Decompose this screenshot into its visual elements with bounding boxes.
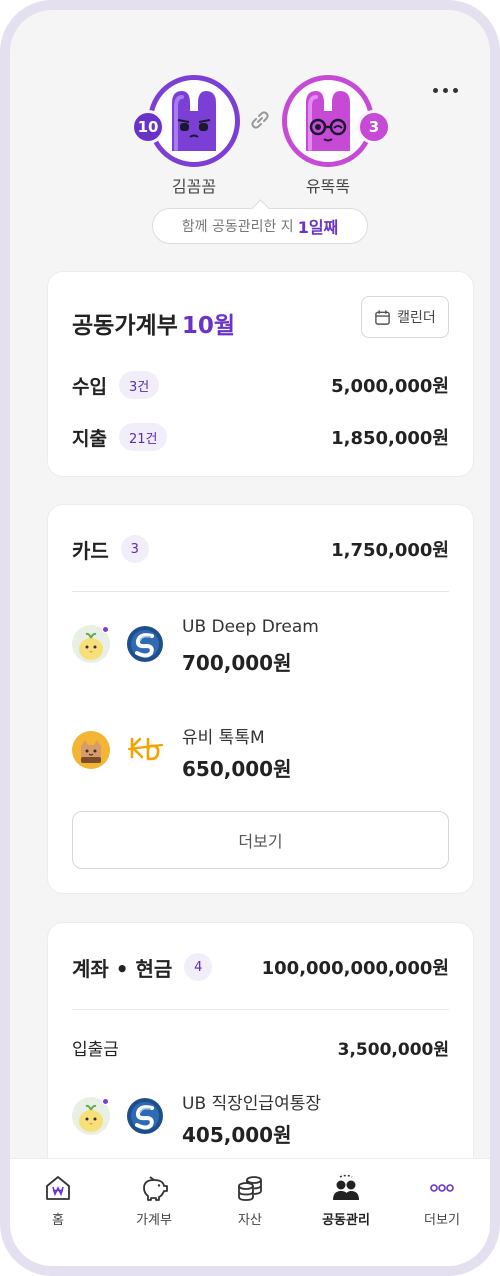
- ledger-month: 10월: [181, 313, 235, 339]
- link-icon: [251, 111, 269, 129]
- cards-header[interactable]: 카드 3 1,750,000원: [72, 533, 449, 565]
- nav-home[interactable]: 홈: [10, 1173, 106, 1266]
- income-row[interactable]: 수입 3건 5,000,000원: [72, 370, 449, 400]
- calendar-button[interactable]: 캘린더: [361, 296, 449, 338]
- member-avatar: 3: [282, 75, 391, 167]
- member-count-badge: 3: [357, 110, 391, 144]
- shinhan-logo-icon: [127, 626, 163, 662]
- expense-count-chip: 21건: [118, 423, 168, 451]
- account-item[interactable]: UB 직장인급여통장 405,000원: [72, 1085, 449, 1149]
- income-count-chip: 3건: [118, 371, 160, 399]
- divider: [72, 591, 449, 592]
- card-item[interactable]: UB Deep Dream 700,000원: [72, 613, 449, 677]
- nav-ledger[interactable]: 가계부: [106, 1173, 202, 1266]
- accounts-total: 100,000,000,000원: [261, 958, 449, 979]
- people-icon: [333, 1174, 359, 1200]
- member-profile-left[interactable]: 10 김꼼꼼: [131, 75, 240, 197]
- together-days-pill: 함께 공동관리한 지 1일째: [152, 208, 368, 244]
- ledger-title-text: 공동가계부: [72, 313, 178, 339]
- together-days-prefix: 함께 공동관리한 지: [181, 219, 294, 235]
- card-amount: 650,000원: [182, 757, 292, 781]
- cards-count-chip: 3: [120, 535, 149, 563]
- member-avatar: 10: [131, 75, 240, 167]
- owner-dot: [102, 1098, 109, 1105]
- owner-dot: [102, 626, 109, 633]
- divider: [72, 1009, 449, 1010]
- card-name: UB Deep Dream: [182, 617, 319, 637]
- nav-label: 자산: [238, 1213, 262, 1228]
- cards-more-button[interactable]: 더보기: [72, 811, 449, 869]
- member-name: 김꼼꼼: [171, 177, 217, 196]
- more-options-icon[interactable]: [433, 88, 458, 93]
- cat-avatar-icon: [72, 731, 110, 769]
- cards-total: 1,750,000원: [331, 540, 449, 561]
- deposit-label: 입출금: [72, 1040, 119, 1060]
- nav-more[interactable]: 더보기: [394, 1173, 490, 1266]
- nav-label: 더보기: [424, 1213, 460, 1228]
- shinhan-logo-icon: [127, 1098, 163, 1134]
- bunny-glasses-mascot-icon: [306, 91, 350, 151]
- expense-label: 지출: [72, 427, 107, 450]
- shared-ledger-card[interactable]: 공동가계부 10월 캘린더 수입 3건 5,000,000원 지출 21건 1,8…: [47, 271, 474, 477]
- income-amount: 5,000,000원: [331, 376, 449, 397]
- account-name: UB 직장인급여통장: [182, 1094, 321, 1114]
- more-icon: [430, 1184, 454, 1192]
- member-name: 유똑똑: [305, 177, 351, 196]
- card-item[interactable]: 유비 톡톡M 650,000원: [72, 719, 449, 783]
- accounts-header[interactable]: 계좌 • 현금 4 100,000,000,000원: [72, 951, 449, 983]
- cards-section: 카드 3 1,750,000원 UB Deep Dream 700,000원 유…: [47, 504, 474, 894]
- nav-label: 공동관리: [322, 1213, 370, 1228]
- bottom-nav: 홈 가계부 자산 공동관리 더보기: [10, 1158, 490, 1266]
- cards-title: 카드: [72, 538, 109, 563]
- nav-assets[interactable]: 자산: [202, 1173, 298, 1266]
- expense-row[interactable]: 지출 21건 1,850,000원: [72, 422, 449, 452]
- accounts-title: 계좌 • 현금: [72, 956, 173, 981]
- card-name: 유비 톡톡M: [182, 728, 265, 748]
- member-profile-right[interactable]: 3 유똑똑: [282, 75, 391, 197]
- coins-icon: [238, 1176, 262, 1201]
- deposit-row[interactable]: 입출금 3,500,000원: [72, 1035, 449, 1060]
- kb-logo-icon: [127, 737, 164, 761]
- member-count-badge: 10: [131, 110, 165, 144]
- account-amount: 405,000원: [182, 1123, 292, 1147]
- home-won-icon: [46, 1176, 70, 1200]
- deposit-amount: 3,500,000원: [337, 1040, 449, 1060]
- calendar-label: 캘린더: [397, 310, 436, 326]
- expense-amount: 1,850,000원: [331, 428, 449, 449]
- bunny-mascot-icon: [172, 91, 216, 151]
- income-label: 수입: [72, 375, 107, 398]
- ledger-title: 공동가계부 10월: [72, 306, 235, 340]
- calendar-icon: [375, 309, 390, 325]
- phone-frame: 10 김꼼꼼 3 유똑똑 함께 공동관리한 지 1일째 공동가계부 10월 캘린…: [0, 0, 500, 1276]
- nav-shared[interactable]: 공동관리: [298, 1173, 394, 1266]
- piggy-bank-icon: [143, 1176, 168, 1201]
- card-amount: 700,000원: [182, 651, 292, 675]
- nav-label: 가계부: [136, 1213, 172, 1228]
- nav-label: 홈: [52, 1213, 64, 1228]
- accounts-count-chip: 4: [184, 953, 213, 981]
- together-days-count: 1일째: [297, 218, 339, 237]
